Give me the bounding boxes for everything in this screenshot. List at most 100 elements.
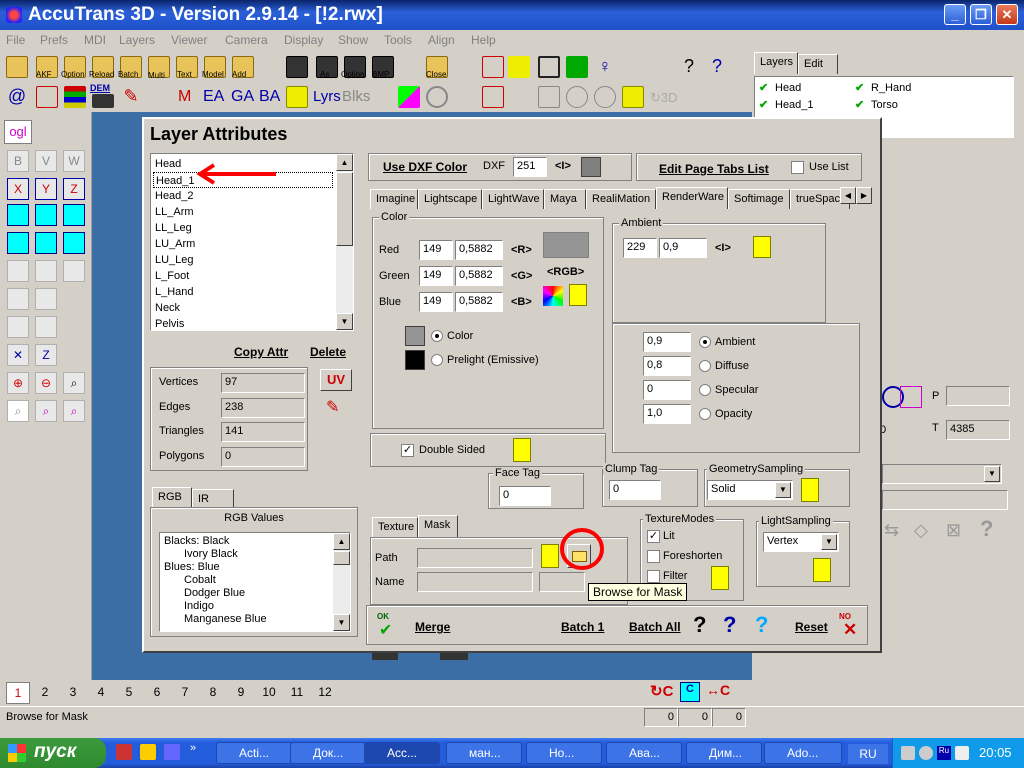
- language-indicator[interactable]: RU: [848, 744, 888, 764]
- red-int-input[interactable]: 149: [419, 240, 453, 260]
- diffuse-value-input[interactable]: 0,8: [643, 356, 691, 376]
- menu-file[interactable]: File: [6, 33, 25, 47]
- menu-prefs[interactable]: Prefs: [40, 33, 68, 47]
- page-tab[interactable]: 2: [34, 682, 56, 704]
- rgb-list-item[interactable]: Dodger Blue: [182, 587, 245, 600]
- maximize-button[interactable]: ❐: [970, 4, 992, 25]
- reset-link[interactable]: Reset: [795, 620, 828, 634]
- layer-list-item[interactable]: Head_2: [153, 188, 333, 204]
- cube-view-5-icon[interactable]: [35, 232, 57, 254]
- double-sided-apply-icon[interactable]: [513, 438, 531, 462]
- layer-list-item[interactable]: Pelvis: [153, 316, 333, 332]
- help-pointer-icon[interactable]: ?: [678, 56, 700, 78]
- tabs-scroll-right-icon[interactable]: ▶: [856, 187, 872, 204]
- zoom-fit-icon[interactable]: ⌕: [35, 400, 57, 422]
- layer-list-scrollbar[interactable]: ▲ ▼: [336, 154, 353, 330]
- uv-brush-icon[interactable]: ✎: [326, 397, 350, 419]
- ambient-radio[interactable]: [699, 336, 711, 348]
- tab-mask[interactable]: Mask: [418, 515, 458, 537]
- scroll-thumb[interactable]: [336, 172, 353, 246]
- tray-ru-icon[interactable]: Ru: [937, 746, 951, 760]
- cubes-icon[interactable]: [286, 86, 308, 108]
- color-bars-icon[interactable]: [64, 86, 86, 108]
- cube-view-2-icon[interactable]: [35, 204, 57, 226]
- open-folder-icon[interactable]: [6, 56, 28, 78]
- ambient-value-input[interactable]: 0,9: [643, 332, 691, 352]
- green-float-input[interactable]: 0,5882: [455, 266, 503, 286]
- menu-layers[interactable]: Layers: [119, 33, 155, 47]
- blue-button[interactable]: <B>: [511, 296, 532, 308]
- tray-volume-icon[interactable]: [919, 746, 933, 760]
- layer-list-item[interactable]: LU_Leg: [153, 252, 333, 268]
- task-button[interactable]: Док...: [290, 742, 366, 764]
- merge-link[interactable]: Merge: [415, 620, 450, 634]
- dxf-arrow-button[interactable]: <I>: [555, 160, 571, 172]
- geometry-apply-icon[interactable]: [801, 478, 819, 502]
- menu-viewer[interactable]: Viewer: [171, 33, 207, 47]
- save-icon[interactable]: [286, 56, 308, 78]
- tab-maya[interactable]: Maya: [544, 189, 586, 209]
- redo-c-icon[interactable]: ↻C: [650, 682, 673, 700]
- menu-tools[interactable]: Tools: [384, 33, 412, 47]
- light-sampling-select[interactable]: Vertex ▼: [763, 532, 839, 552]
- green-button[interactable]: <G>: [511, 270, 532, 282]
- rgb-list-scrollbar[interactable]: ▲ ▼: [333, 533, 350, 631]
- texture-modes-apply-icon[interactable]: [711, 566, 729, 590]
- task-button[interactable]: Но...: [526, 742, 602, 764]
- rgb-button[interactable]: <RGB>: [547, 266, 584, 278]
- scroll-down-icon[interactable]: ▼: [333, 614, 350, 631]
- help-icon[interactable]: ?: [755, 612, 768, 638]
- tab-imagine[interactable]: Imagine: [370, 189, 418, 209]
- quicklaunch-3-icon[interactable]: [164, 744, 180, 760]
- page-tab[interactable]: 8: [202, 682, 224, 704]
- transform-icon[interactable]: [482, 56, 504, 78]
- uv-button[interactable]: UV: [320, 369, 352, 391]
- quicklaunch-2-icon[interactable]: [140, 744, 156, 760]
- tabs-scroll-left-icon[interactable]: ◀: [840, 187, 856, 204]
- layer-check-item[interactable]: Head: [775, 82, 801, 94]
- copy-attr-link[interactable]: Copy Attr: [234, 345, 288, 359]
- tool-x-icon[interactable]: ✕: [7, 344, 29, 366]
- window-titlebar[interactable]: AccuTrans 3D - Version 2.9.14 - [!2.rwx]…: [0, 0, 1024, 30]
- opacity-radio[interactable]: [699, 408, 711, 420]
- cancel-button[interactable]: NO ✕: [839, 612, 863, 640]
- cube-view-4-icon[interactable]: [7, 232, 29, 254]
- layer-list-item[interactable]: LL_Arm: [153, 204, 333, 220]
- rgb-list[interactable]: Blacks: Black Ivory Black Blues: Blue Cobal…: [159, 532, 351, 632]
- dxf-input[interactable]: 251: [513, 157, 547, 177]
- axis-icon[interactable]: [36, 86, 58, 108]
- tool-z-icon[interactable]: Z: [35, 344, 57, 366]
- tray-network-icon[interactable]: [901, 746, 915, 760]
- tab-renderware[interactable]: RenderWare: [656, 187, 728, 209]
- rotate-z-icon[interactable]: Z: [63, 178, 85, 200]
- ea-label[interactable]: EA: [203, 88, 224, 106]
- batch-all-link[interactable]: Batch All: [629, 620, 681, 634]
- tab-edit[interactable]: Edit: [798, 54, 838, 74]
- panel-combo[interactable]: ▼: [882, 464, 1002, 484]
- ogl-button[interactable]: ogl: [4, 120, 32, 144]
- help-pointer-blue-icon[interactable]: ?: [706, 56, 728, 78]
- scroll-thumb[interactable]: [333, 551, 350, 565]
- minimize-button[interactable]: _: [944, 4, 966, 25]
- panel-tree-icon[interactable]: [900, 386, 922, 408]
- layer-list-item[interactable]: LL_Leg: [153, 220, 333, 236]
- use-dxf-color-link[interactable]: Use DXF Color: [383, 160, 467, 174]
- layer-list-item[interactable]: L_Hand: [153, 284, 333, 300]
- clump-tag-input[interactable]: 0: [609, 480, 661, 500]
- rotate-y-icon[interactable]: Y: [35, 178, 57, 200]
- grid-icon[interactable]: [566, 56, 588, 78]
- ba-label[interactable]: BA: [259, 88, 280, 106]
- pencil-icon[interactable]: ✎: [120, 86, 142, 108]
- layer-check-item[interactable]: R_Hand: [871, 82, 911, 94]
- start-button[interactable]: пуск: [0, 738, 106, 768]
- specular-value-input[interactable]: 0: [643, 380, 691, 400]
- quicklaunch-1-icon[interactable]: [116, 744, 132, 760]
- opacity-value-input[interactable]: 1,0: [643, 404, 691, 424]
- help-pointer-blue-icon[interactable]: ?: [723, 612, 736, 638]
- lit-checkbox[interactable]: ✓: [647, 530, 660, 543]
- grid-select-icon[interactable]: [482, 86, 504, 108]
- prelight-radio[interactable]: [431, 354, 443, 366]
- page-tab[interactable]: 3: [62, 682, 84, 704]
- red-float-input[interactable]: 0,5882: [455, 240, 503, 260]
- layer-list-item[interactable]: L_Foot: [153, 268, 333, 284]
